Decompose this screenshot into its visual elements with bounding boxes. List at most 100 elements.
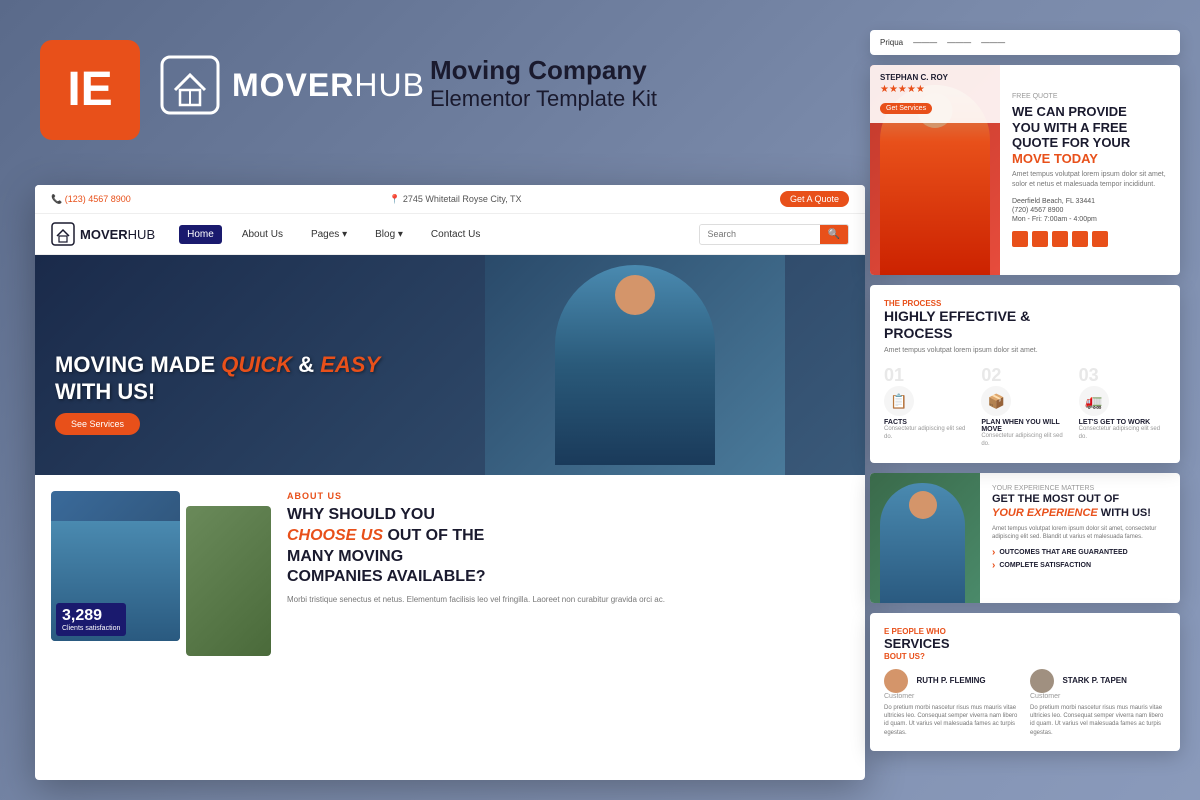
brand-mover: MOVER xyxy=(232,67,354,103)
nav-search-button[interactable]: 🔍 xyxy=(820,225,848,244)
main-website-mockup: 📞 (123) 4567 8900 📍 2745 Whitetail Royse… xyxy=(35,185,865,780)
pq-contact-info: Deerfield Beach, FL 33441 (720) 4567 890… xyxy=(1012,196,1168,225)
nav-logo-icon xyxy=(51,222,75,246)
small-nav-item-2: ——— xyxy=(913,38,937,47)
testimonial-2-name: STARK P. TAPEN xyxy=(1062,676,1126,685)
hero-person-silhouette xyxy=(555,265,715,465)
hero-easy-text: EASY xyxy=(320,352,380,377)
get-services-btn[interactable]: Get Services xyxy=(880,103,932,114)
about-description: Morbi tristique senectus et netus. Eleme… xyxy=(287,594,849,606)
social-icon-2[interactable] xyxy=(1032,231,1048,247)
small-nav-item-1: Priqua xyxy=(880,38,903,47)
experience-orange-text: YOUR EXPERIENCE xyxy=(992,507,1098,519)
panel-quote-right: FREE QUOTE WE CAN PROVIDEYOU WITH A FREE… xyxy=(1000,65,1180,275)
hero-cta-button[interactable]: See Services xyxy=(55,413,140,435)
outcome-1: OUTCOMES THAT ARE GUARANTEED xyxy=(992,547,1168,558)
brand-hub: HUB xyxy=(354,67,425,103)
process-description: Amet tempus volutpat lorem ipsum dolor s… xyxy=(884,346,1166,356)
right-panels-area: Priqua ——— ——— ——— STEPHAN C. ROY ★★★★★ … xyxy=(870,30,1180,751)
testimonial-1-role: Customer xyxy=(884,693,1020,700)
panel-testimonials: E PEOPLE WHO SERVICES BOUT US? RUTH P. F… xyxy=(870,613,1180,751)
about-images-area: 3,289 Clients satisfaction xyxy=(51,491,271,639)
about-main-image: 3,289 Clients satisfaction xyxy=(51,491,180,641)
step-2-number: 02 xyxy=(981,365,1068,386)
step-3-number: 03 xyxy=(1079,365,1166,386)
panel-experience: YOUR EXPERIENCE MATTERS GET THE MOST OUT… xyxy=(870,473,1180,603)
pq-description: Amet tempus volutpat lorem ipsum dolor s… xyxy=(1012,170,1168,190)
step-2-icon: 📦 xyxy=(981,386,1011,416)
social-icon-4[interactable] xyxy=(1072,231,1088,247)
step-1-number: 01 xyxy=(884,365,971,386)
process-steps: 01 📋 FACTS Consectetur adipiscing elit s… xyxy=(884,365,1166,449)
branding-area: MOVERHUB xyxy=(160,55,425,115)
social-icon-3[interactable] xyxy=(1052,231,1068,247)
testimonial-2-role: Customer xyxy=(1030,693,1166,700)
panel-review-top: STEPHAN C. ROY ★★★★★ Get Services xyxy=(870,65,1000,123)
nav-logo-text: MOVERHUB xyxy=(80,227,155,242)
product-title-line2: Elementor Template Kit xyxy=(430,86,657,112)
social-icon-1[interactable] xyxy=(1012,231,1028,247)
testimonials-heading: SERVICES xyxy=(884,636,1166,652)
mockup-hero-section: MOVING MADE QUICK & EASY WITH US! See Se… xyxy=(35,255,865,475)
testimonial-item-1: RUTH P. FLEMING Customer Do pretium morb… xyxy=(884,669,1020,738)
nav-home[interactable]: Home xyxy=(179,225,222,244)
pq-hours: Mon - Fri: 7:00am - 4:00pm xyxy=(1012,216,1168,223)
review-name: STEPHAN C. ROY xyxy=(880,73,990,82)
brand-name: MOVERHUB xyxy=(232,67,425,104)
testimonial-1-avatar xyxy=(884,669,908,693)
pq-free-quote-label: FREE QUOTE xyxy=(1012,93,1168,100)
testimonials-row: RUTH P. FLEMING Customer Do pretium morb… xyxy=(884,669,1166,738)
process-heading: HIGHLY EFFECTIVE &PROCESS xyxy=(884,308,1166,342)
process-step-3: 03 🚛 LET'S GET TO WORK Consectetur adipi… xyxy=(1079,365,1166,449)
hero-text-area: MOVING MADE QUICK & EASY WITH US! See Se… xyxy=(55,352,380,435)
about-side-image xyxy=(186,506,271,656)
elementor-icon: IE xyxy=(67,66,112,114)
pq-social-icons xyxy=(1012,231,1168,247)
experience-heading: GET THE MOST OUT OF YOUR EXPERIENCE WITH… xyxy=(992,492,1168,521)
small-nav-item-3: ——— xyxy=(947,38,971,47)
mockup-topbar: 📞 (123) 4567 8900 📍 2745 Whitetail Royse… xyxy=(35,185,865,214)
pq-phone: (720) 4567 8900 xyxy=(1012,207,1168,214)
nav-pages[interactable]: Pages ▾ xyxy=(303,225,355,244)
about-section-label: ABOUT US xyxy=(287,491,849,501)
experience-description: Amet tempus volutpat lorem ipsum dolor s… xyxy=(992,525,1168,542)
panel-process: THE PROCESS HIGHLY EFFECTIVE &PROCESS Am… xyxy=(870,285,1180,463)
step-2-desc: Consectetur adipiscing elit sed do. xyxy=(981,433,1068,449)
experience-right-content: YOUR EXPERIENCE MATTERS GET THE MOST OUT… xyxy=(980,473,1180,603)
about-choose-us: CHOOSE US xyxy=(287,527,383,544)
testimonials-label: E PEOPLE WHO xyxy=(884,627,1166,636)
outcome-2: COMPLETE SATISFACTION xyxy=(992,560,1168,571)
process-label: THE PROCESS xyxy=(884,299,1166,308)
topbar-phone: 📞 (123) 4567 8900 xyxy=(51,194,131,205)
step-3-desc: Consectetur adipiscing elit sed do. xyxy=(1079,426,1166,442)
social-icon-5[interactable] xyxy=(1092,231,1108,247)
about-stats-label: Clients satisfaction xyxy=(62,625,120,632)
nav-about[interactable]: About Us xyxy=(234,225,291,244)
mockup-nav: MOVERHUB Home About Us Pages ▾ Blog ▾ Co… xyxy=(35,214,865,255)
product-title-line1: Moving Company xyxy=(430,55,657,86)
pq-heading: WE CAN PROVIDEYOU WITH A FREEQUOTE FOR Y… xyxy=(1012,104,1168,166)
step-2-label: PLAN WHEN YOU WILL MOVE xyxy=(981,419,1068,433)
step-1-desc: Consectetur adipiscing elit sed do. xyxy=(884,426,971,442)
about-text-area: ABOUT US WHY SHOULD YOU CHOOSE US OUT OF… xyxy=(287,491,849,639)
small-nav-item-4: ——— xyxy=(981,38,1005,47)
product-title: Moving Company Elementor Template Kit xyxy=(430,55,657,112)
experience-person xyxy=(880,483,965,603)
nav-contact[interactable]: Contact Us xyxy=(423,225,488,244)
step-1-icon: 📋 xyxy=(884,386,914,416)
mockup-about-section: 3,289 Clients satisfaction ABOUT US WHY … xyxy=(35,475,865,655)
topbar-quote-button[interactable]: Get A Quote xyxy=(780,191,849,207)
pq-address: Deerfield Beach, FL 33441 xyxy=(1012,198,1168,205)
about-heading: WHY SHOULD YOU CHOOSE US OUT OF THE MANY… xyxy=(287,505,849,588)
elementor-badge: IE xyxy=(40,40,140,140)
hero-heading-line2: WITH US! xyxy=(55,379,155,404)
review-stars: ★★★★★ xyxy=(880,84,990,95)
nav-search-input[interactable] xyxy=(700,225,820,243)
testimonial-2-avatar xyxy=(1030,669,1054,693)
process-step-1: 01 📋 FACTS Consectetur adipiscing elit s… xyxy=(884,365,971,449)
nav-logo: MOVERHUB xyxy=(51,222,155,246)
panel-small-nav: Priqua ——— ——— ——— xyxy=(870,30,1180,55)
nav-blog[interactable]: Blog ▾ xyxy=(367,225,411,244)
topbar-location: 📍 2745 Whitetail Royse City, TX xyxy=(389,194,521,205)
process-step-2: 02 📦 PLAN WHEN YOU WILL MOVE Consectetur… xyxy=(981,365,1068,449)
